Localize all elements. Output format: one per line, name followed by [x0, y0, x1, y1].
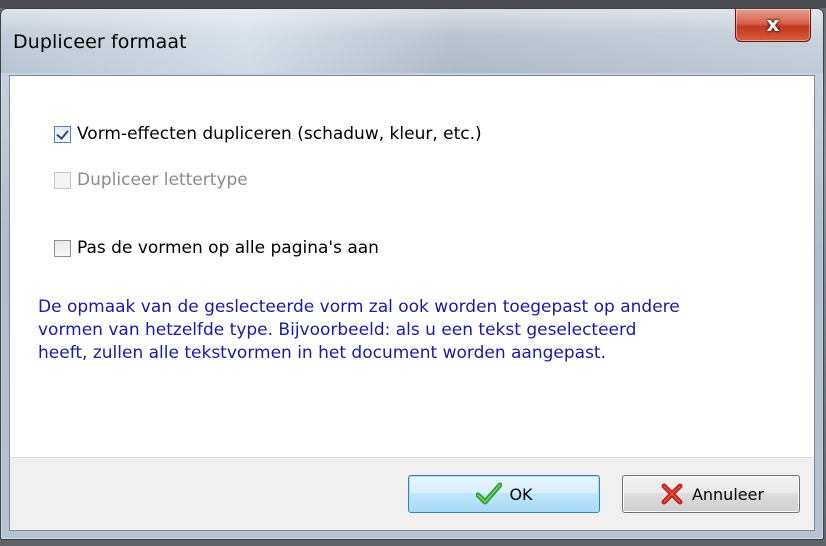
cancel-label: Annuleer: [691, 484, 765, 504]
dialog-window: Dupliceer formaat x Vorm-effecten duplic…: [0, 8, 824, 540]
duplicate-font-label: Dupliceer lettertype: [77, 170, 248, 190]
duplicate-shape-effects-label: Vorm-effecten dupliceren (schaduw, kleur…: [77, 124, 482, 144]
apply-all-pages-label: Pas de vormen op alle pagina's aan: [77, 238, 379, 258]
duplicate-shape-effects-checkbox[interactable]: [54, 125, 71, 143]
info-line: vormen van hetzelfde type. Bijvoorbeeld:…: [38, 320, 637, 340]
close-button[interactable]: x: [735, 9, 811, 42]
option-duplicate-font: Dupliceer lettertype: [54, 168, 248, 192]
cancel-button[interactable]: Annuleer: [622, 475, 800, 513]
info-line: De opmaak van de geslecteerde vorm zal o…: [38, 297, 680, 317]
ok-label: OK: [509, 484, 533, 504]
apply-all-pages-checkbox[interactable]: [54, 239, 71, 257]
ok-button[interactable]: OK: [408, 475, 600, 513]
duplicate-font-checkbox: [54, 171, 71, 189]
window-title: Dupliceer formaat: [13, 31, 187, 53]
desktop-background: [0, 0, 826, 8]
option-duplicate-shape-effects[interactable]: Vorm-effecten dupliceren (schaduw, kleur…: [54, 122, 482, 146]
close-icon: x: [766, 12, 780, 36]
title-bar[interactable]: Dupliceer formaat x: [1, 9, 823, 73]
button-bar: OK Annuleer: [10, 457, 814, 530]
option-apply-all-pages[interactable]: Pas de vormen op alle pagina's aan: [54, 236, 379, 260]
info-line: heeft, zullen alle tekstvormen in het do…: [38, 343, 606, 363]
checkmark-icon: [475, 480, 503, 508]
red-x-icon: [658, 480, 686, 508]
info-description: De opmaak van de geslecteerde vorm zal o…: [38, 296, 778, 365]
dialog-content: Vorm-effecten dupliceren (schaduw, kleur…: [9, 75, 815, 531]
